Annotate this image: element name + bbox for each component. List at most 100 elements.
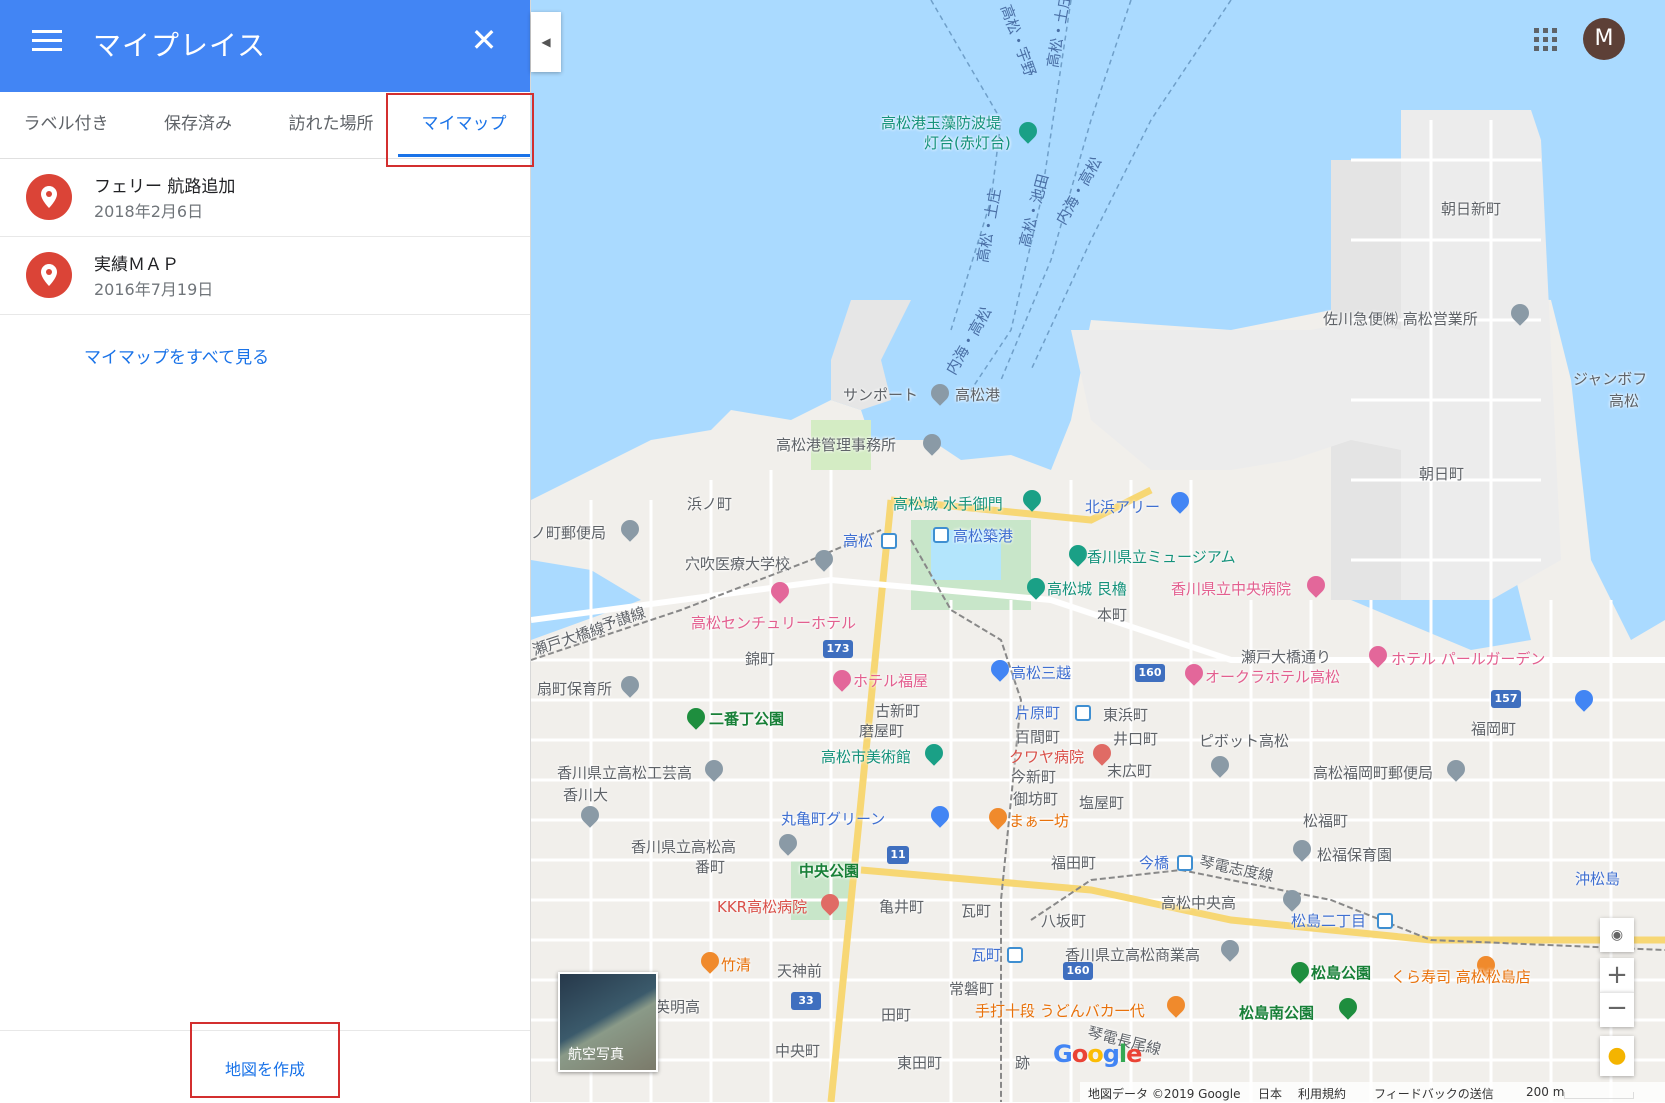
train-station-icon[interactable]: [1007, 947, 1023, 963]
place-label: 高松城 水手御門: [893, 495, 1003, 513]
lighthouse-label: 高松港玉藻防波堤: [881, 114, 1002, 132]
collapse-panel-button[interactable]: ◀: [531, 12, 561, 72]
zoom-in-button[interactable]: +: [1600, 958, 1634, 992]
country-label: 日本: [1258, 1087, 1283, 1101]
park-label: 松島公園: [1311, 964, 1372, 982]
station-label: 高松: [843, 532, 874, 550]
place-label: 高松城 艮櫓: [1047, 580, 1127, 598]
area-label: 錦町: [745, 650, 776, 668]
map-item-date: 2018年2月6日: [94, 202, 204, 221]
place-label: 高松: [1609, 392, 1640, 410]
terms-link[interactable]: 利用規約: [1298, 1085, 1346, 1102]
my-places-panel: マイプレイス ✕ ラベル付き 保存済み 訪れた場所 マイマップ フェリー 航路追…: [0, 0, 534, 1102]
train-station-icon[interactable]: [1177, 855, 1193, 871]
area-label: 中央町: [775, 1042, 821, 1060]
station-label: 今橋: [1139, 854, 1170, 872]
lighthouse-label: 灯台(赤灯台): [924, 134, 1011, 152]
area-label: 朝日新町: [1441, 200, 1502, 218]
area-label: 塩屋町: [1079, 794, 1125, 812]
area-label: 松福町: [1303, 812, 1349, 830]
highlight-box-tab: [386, 93, 534, 167]
apps-grid-icon[interactable]: [1534, 28, 1558, 52]
area-label: 東田町: [897, 1054, 943, 1072]
place-label: サンポート: [843, 386, 919, 404]
place-label: 北浜アリー: [1085, 498, 1161, 516]
place-label: 松福保育園: [1317, 846, 1393, 864]
place-label: 英明高: [655, 998, 701, 1016]
panel-title: マイプレイス: [93, 29, 267, 62]
street-view-pegman-icon[interactable]: ●: [1600, 1036, 1634, 1076]
my-location-icon[interactable]: ◉: [1600, 918, 1634, 952]
station-label: 高松築港: [953, 527, 1014, 545]
map-item-title: フェリー 航路追加: [94, 177, 236, 197]
restaurant-label: くら寿司 高松松島店: [1391, 968, 1531, 986]
place-label: 高松港: [955, 386, 1001, 404]
road-label: 瀬戸大橋通り: [1241, 648, 1332, 666]
menu-icon[interactable]: [32, 30, 62, 54]
place-label: 香川大: [563, 786, 609, 804]
park-label: 中央公園: [799, 862, 860, 880]
hospital-label: クワヤ病院: [1009, 748, 1085, 766]
area-label: 今新町: [1011, 768, 1057, 786]
area-label: 瓦町: [961, 902, 992, 920]
area-label: 田町: [881, 1006, 912, 1024]
station-label: 片原町: [1015, 704, 1061, 722]
map-canvas[interactable]: 高松・宇野 高松・土庄 高松・土庄 高松・池田 内海・高松 内海・高松 高松港玉…: [531, 0, 1665, 1102]
place-label: 香川県立高松高: [631, 838, 737, 856]
restaurant-label: 手打十段 うどんバカ一代: [975, 1002, 1145, 1020]
area-label: 朝日町: [1419, 465, 1465, 483]
feedback-link[interactable]: フィードバックの送信: [1374, 1085, 1494, 1102]
area-label: 跡: [1015, 1054, 1031, 1072]
tab-saved[interactable]: 保存済み: [132, 92, 264, 158]
panel-header: マイプレイス ✕: [0, 0, 530, 92]
area-label: 井口町: [1113, 730, 1159, 748]
route-shield: 160: [1135, 664, 1165, 682]
area-label: 福岡町: [1471, 720, 1517, 738]
park-label: 二番丁公園: [709, 710, 785, 728]
area-label: 御坊町: [1013, 790, 1059, 808]
place-label: 穴吹医療大学校: [685, 555, 791, 573]
zoom-out-button[interactable]: −: [1600, 992, 1634, 1027]
account-avatar[interactable]: M: [1583, 18, 1625, 60]
place-label: ノ町郵便局: [531, 524, 607, 542]
place-label: 高松福岡町郵便局: [1313, 764, 1434, 782]
area-label: 東浜町: [1103, 706, 1149, 724]
train-station-icon[interactable]: [933, 527, 949, 543]
area-label: 浜ノ町: [687, 495, 733, 513]
train-station-icon[interactable]: [881, 533, 897, 549]
map-item-date: 2016年7月19日: [94, 280, 214, 299]
tab-visited[interactable]: 訪れた場所: [264, 92, 398, 158]
restaurant-label: 竹清: [721, 956, 752, 974]
area-label: 天神前: [777, 962, 823, 980]
hotel-label: オークラホテル高松: [1205, 668, 1341, 686]
view-all-my-maps-link[interactable]: マイマップをすべて見る: [84, 343, 269, 368]
my-map-item[interactable]: フェリー 航路追加 2018年2月6日: [0, 158, 530, 237]
area-label: 亀井町: [879, 898, 925, 916]
hospital-label: 香川県立中央病院: [1171, 580, 1292, 598]
hospital-label: KKR高松病院: [717, 898, 808, 916]
area-label: 番町: [695, 858, 726, 876]
place-label: 香川県立高松工芸高: [557, 764, 693, 782]
area-label: 福田町: [1051, 854, 1097, 872]
place-label: 香川県立ミュージアム: [1087, 548, 1236, 566]
satellite-toggle-button[interactable]: 航空写真: [558, 972, 658, 1072]
area-label: 本町: [1097, 606, 1128, 624]
area-label: 磨屋町: [859, 722, 905, 740]
my-map-item[interactable]: 実績ＭＡＰ 2016年7月19日: [0, 236, 530, 315]
station-label: 松島二丁目: [1291, 912, 1367, 930]
area-label: 古新町: [875, 702, 921, 720]
map-data-credit: 地図データ ©2019 Google: [1088, 1087, 1241, 1101]
place-label: 扇町保育所: [537, 680, 613, 698]
route-shield: 160: [1063, 962, 1093, 980]
place-label: 高松市美術館: [821, 748, 912, 766]
route-shield: 11: [887, 846, 909, 864]
scale-label: 200 m: [1526, 1085, 1565, 1099]
attribution-bar: 地図データ ©2019 Google 日本 利用規約 フィードバックの送信 20…: [1080, 1082, 1665, 1102]
park-label: 松島南公園: [1239, 1004, 1315, 1022]
hotel-label: ホテル福屋: [853, 672, 929, 690]
tab-labeled[interactable]: ラベル付き: [0, 92, 132, 158]
train-station-icon[interactable]: [1377, 913, 1393, 929]
close-icon[interactable]: ✕: [468, 20, 500, 60]
place-label: 丸亀町グリーン: [781, 810, 886, 828]
train-station-icon[interactable]: [1075, 705, 1091, 721]
